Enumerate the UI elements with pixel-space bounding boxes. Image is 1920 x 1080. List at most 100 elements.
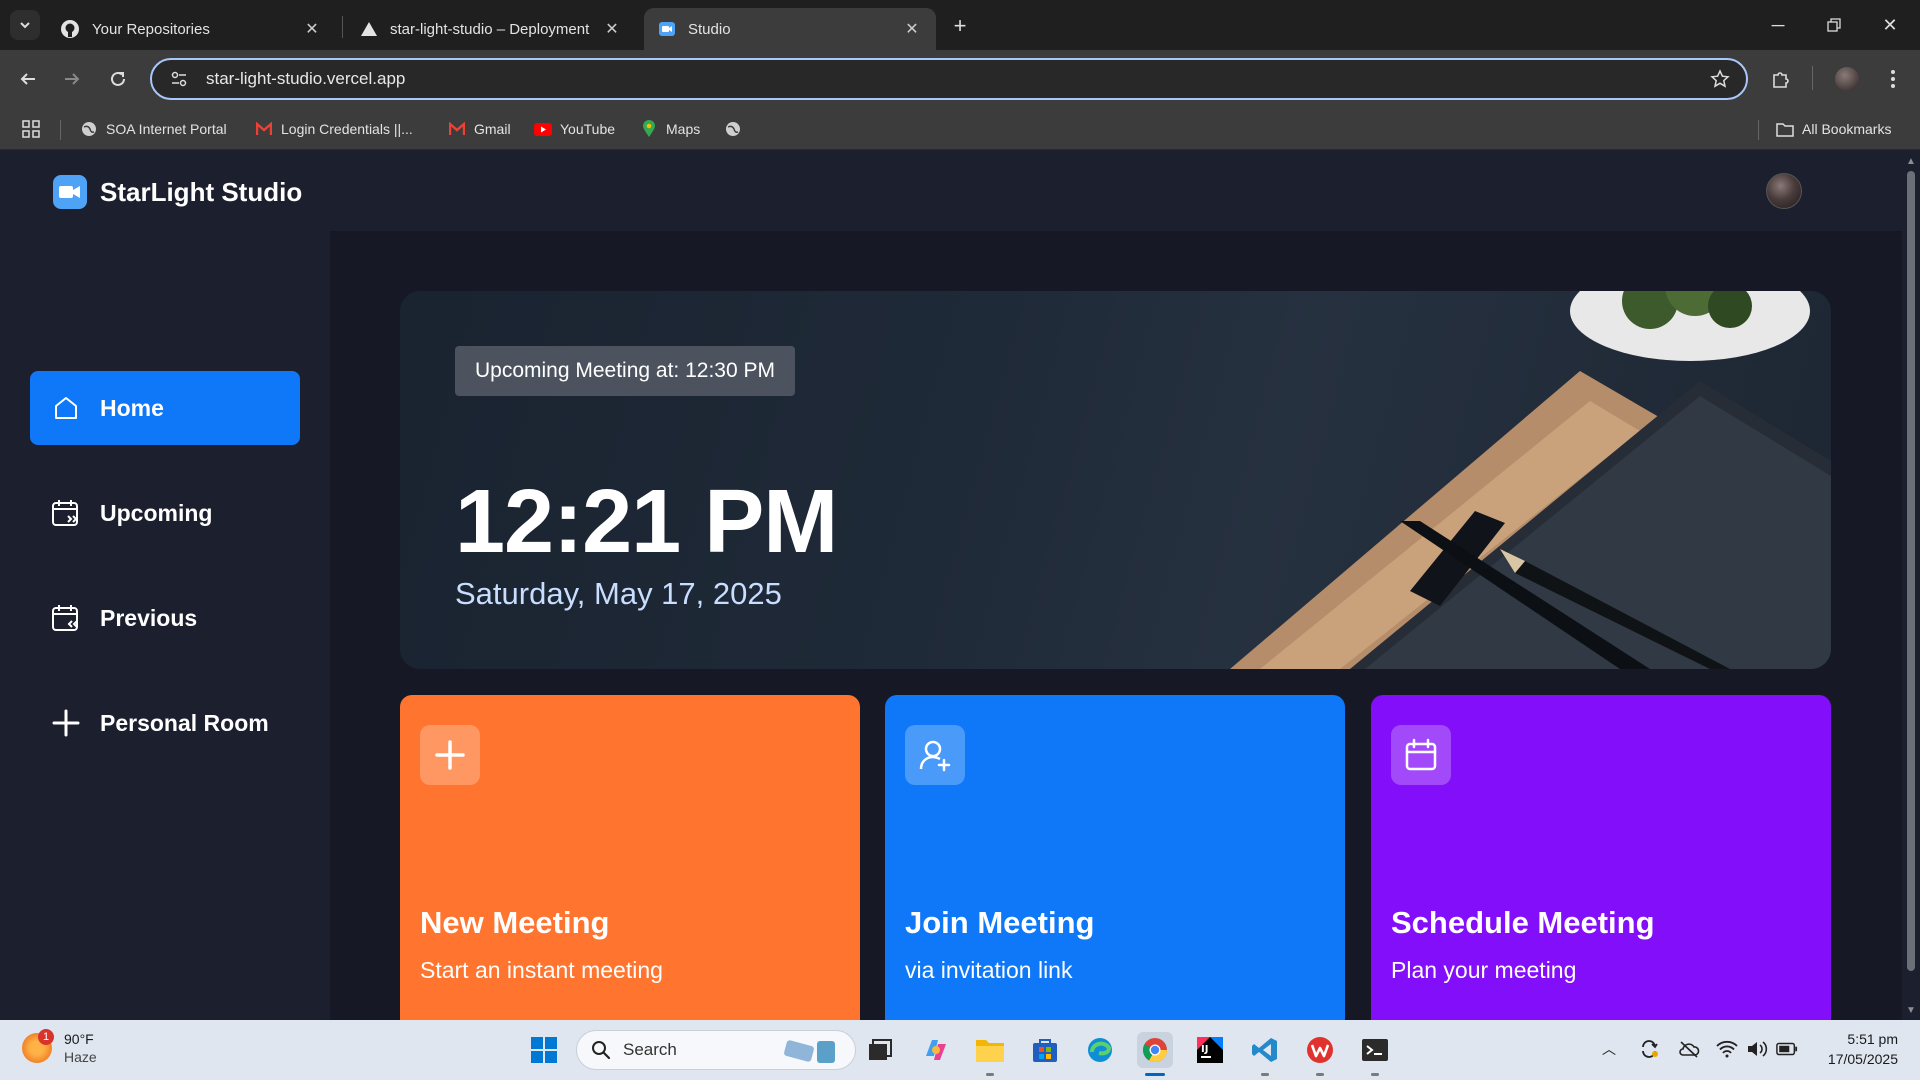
bookmark-maps[interactable]: Maps — [640, 118, 700, 140]
gmail-icon — [448, 120, 466, 138]
terminal-icon — [1362, 1039, 1388, 1061]
weather-sun-icon: 1 — [22, 1029, 54, 1063]
volume-icon[interactable] — [1746, 1038, 1768, 1060]
youtube-icon — [534, 120, 552, 138]
vercel-icon — [361, 22, 377, 36]
reload-icon — [111, 71, 125, 86]
task-view-button[interactable] — [862, 1032, 898, 1068]
travel-highlight-icon — [784, 1040, 835, 1063]
site-settings-icon[interactable] — [170, 70, 188, 88]
restore-button[interactable] — [1814, 8, 1854, 42]
chrome-button[interactable] — [1137, 1032, 1173, 1076]
bookmark-globe[interactable] — [724, 118, 750, 140]
home-icon — [50, 392, 82, 424]
close-icon[interactable]: ✕ — [902, 19, 922, 39]
tab-deployment[interactable]: star-light-studio – Deployment ✕ — [346, 8, 636, 50]
extensions-button[interactable] — [1766, 64, 1796, 94]
address-bar[interactable]: star-light-studio.vercel.app — [150, 58, 1748, 100]
globe-icon — [724, 120, 742, 138]
logo-icon[interactable] — [53, 175, 87, 209]
bookmark-label: Gmail — [474, 121, 511, 137]
page-scrollbar[interactable]: ▲ ▼ — [1902, 151, 1920, 1020]
new-tab-button[interactable]: + — [946, 12, 974, 40]
card-title: New Meeting — [420, 905, 610, 940]
edge-icon — [1088, 1038, 1112, 1062]
taskbar-search[interactable]: Search — [576, 1030, 856, 1070]
close-icon[interactable]: ✕ — [302, 19, 322, 39]
close-icon[interactable]: ✕ — [602, 19, 622, 39]
all-bookmarks-button[interactable]: All Bookmarks — [1776, 118, 1891, 140]
profile-avatar — [1835, 67, 1859, 91]
microsoft-store-button[interactable] — [1027, 1032, 1063, 1068]
intellij-button[interactable]: IJ — [1192, 1032, 1228, 1068]
start-button[interactable] — [526, 1032, 562, 1068]
onedrive-offline-icon[interactable] — [1678, 1038, 1700, 1060]
scroll-up-icon[interactable]: ▲ — [1905, 155, 1917, 167]
tab-studio[interactable]: Studio ✕ — [644, 8, 936, 50]
calendar-back-icon — [50, 602, 82, 634]
tab-title: Studio — [688, 20, 731, 38]
bookmark-star-icon[interactable] — [1710, 69, 1730, 89]
browser-menu-button[interactable] — [1878, 64, 1908, 94]
intellij-icon: IJ — [1197, 1037, 1223, 1063]
bookmark-login-credentials[interactable]: Login Credentials ||... — [255, 118, 413, 140]
join-meeting-card[interactable]: Join Meeting via invitation link — [885, 695, 1345, 1020]
edge-button[interactable] — [1082, 1032, 1118, 1068]
tab-your-repositories[interactable]: Your Repositories ✕ — [46, 8, 336, 50]
reload-button[interactable] — [103, 64, 133, 94]
schedule-meeting-card[interactable]: Schedule Meeting Plan your meeting — [1371, 695, 1831, 1020]
user-avatar[interactable] — [1766, 173, 1802, 209]
main-content: Upcoming Meeting at: 12:30 PM 12:21 PM S… — [330, 231, 1902, 1020]
chrome-icon — [1142, 1038, 1167, 1063]
vscode-icon — [1252, 1038, 1277, 1062]
url-text[interactable]: star-light-studio.vercel.app — [206, 69, 405, 89]
clock-date: 17/05/2025 — [1827, 1051, 1898, 1067]
vscode-button[interactable] — [1247, 1032, 1283, 1076]
sidebar-item-upcoming[interactable]: Upcoming — [30, 476, 300, 550]
browser-tabstrip: Your Repositories ✕ star-light-studio – … — [0, 0, 1920, 50]
task-view-icon — [869, 1039, 892, 1060]
chevron-up-icon[interactable]: ︿ — [1598, 1038, 1620, 1060]
wps-office-button[interactable] — [1302, 1032, 1338, 1076]
bookmark-label: SOA Internet Portal — [106, 121, 227, 137]
terminal-button[interactable] — [1357, 1032, 1393, 1076]
back-button[interactable] — [13, 64, 43, 94]
video-camera-icon — [659, 22, 675, 36]
user-add-icon — [905, 725, 965, 785]
notification-badge: 1 — [38, 1029, 54, 1045]
store-icon — [1033, 1039, 1057, 1062]
windows-logo-icon — [531, 1037, 557, 1063]
sidebar-item-personal-room[interactable]: Personal Room — [30, 686, 300, 760]
sidebar-item-label: Previous — [100, 604, 198, 631]
copilot-button[interactable] — [918, 1032, 954, 1068]
file-explorer-button[interactable] — [972, 1032, 1008, 1076]
sync-icon[interactable] — [1638, 1038, 1660, 1060]
bookmark-gmail[interactable]: Gmail — [448, 118, 511, 140]
gmail-icon — [255, 120, 273, 138]
apps-button[interactable] — [22, 118, 40, 140]
new-meeting-card[interactable]: New Meeting Start an instant meeting — [400, 695, 860, 1020]
forward-button[interactable] — [57, 64, 87, 94]
weather-widget[interactable]: 1 90°F Haze — [22, 1029, 97, 1066]
sidebar-item-previous[interactable]: Previous — [30, 581, 300, 655]
system-clock[interactable]: 5:51 pm 17/05/2025 — [1818, 1029, 1898, 1069]
sidebar-item-home[interactable]: Home — [30, 371, 300, 445]
scroll-down-icon[interactable]: ▼ — [1905, 1004, 1917, 1016]
bookmark-divider — [60, 120, 61, 140]
minimize-button[interactable]: ─ — [1758, 8, 1798, 42]
profile-button[interactable] — [1832, 64, 1862, 94]
windows-taskbar: 1 90°F Haze Search IJ ︿ 5:51 pm 17/05/20… — [0, 1020, 1920, 1080]
bookmark-soa-portal[interactable]: SOA Internet Portal — [80, 118, 227, 140]
bookmark-youtube[interactable]: YouTube — [534, 118, 615, 140]
scroll-thumb[interactable] — [1907, 171, 1915, 971]
battery-icon[interactable] — [1776, 1038, 1798, 1060]
svg-text:IJ: IJ — [1201, 1044, 1208, 1055]
window-close-button[interactable]: ✕ — [1870, 8, 1910, 42]
current-date: Saturday, May 17, 2025 — [455, 576, 782, 611]
arrow-left-icon — [20, 73, 35, 85]
sidebar-item-label: Upcoming — [100, 499, 213, 526]
wifi-icon[interactable] — [1716, 1038, 1738, 1060]
chevron-down-icon — [20, 22, 30, 29]
tab-search-button[interactable] — [10, 10, 40, 40]
brand-name[interactable]: StarLight Studio — [100, 177, 302, 208]
